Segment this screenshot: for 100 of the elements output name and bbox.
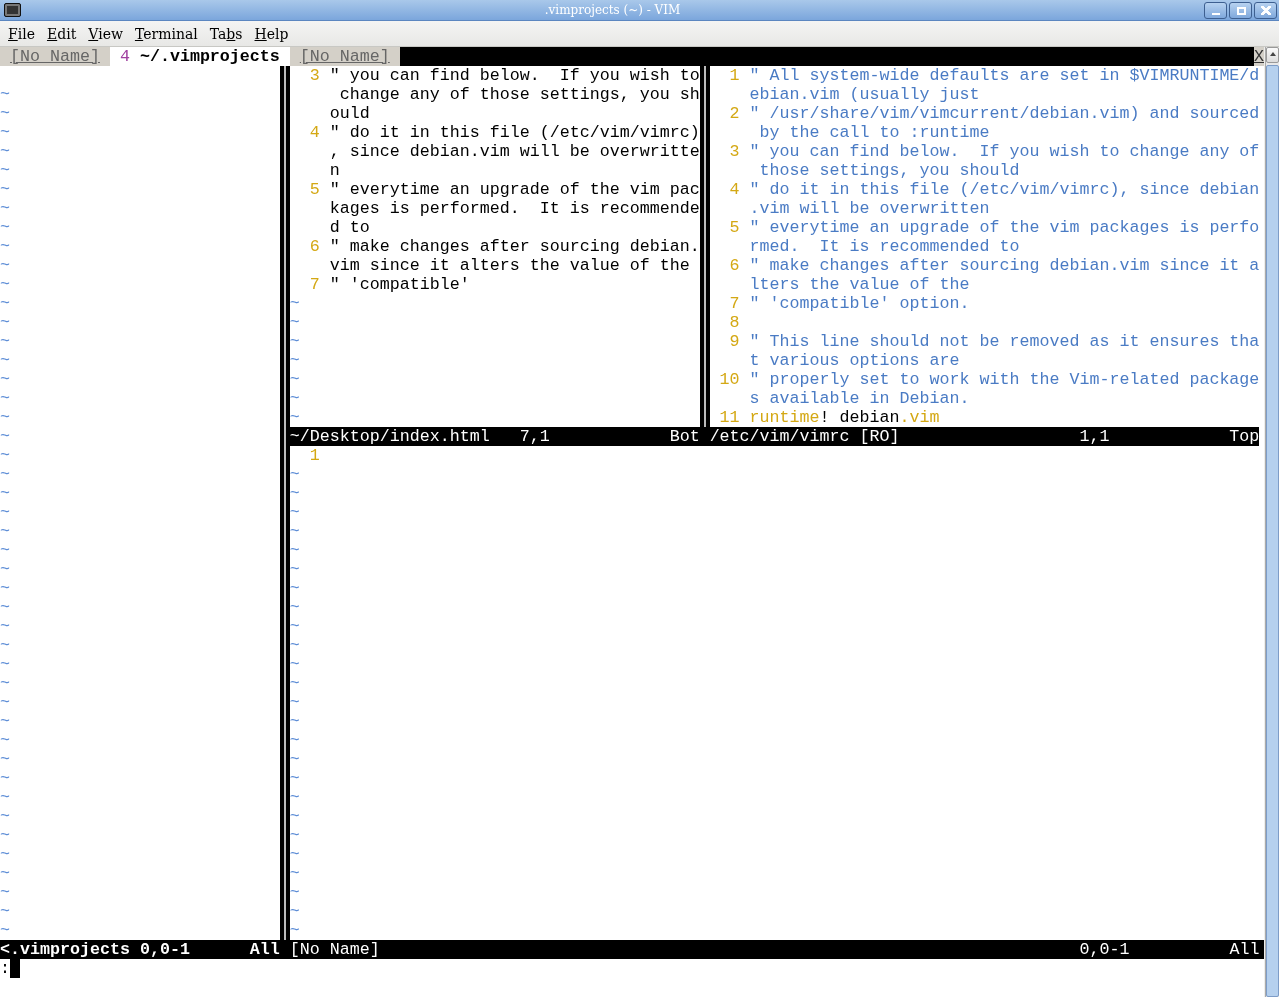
empty-line-marker: ~ <box>0 218 10 237</box>
empty-line-marker: ~ <box>289 864 300 883</box>
empty-line-marker: ~ <box>289 769 300 788</box>
tab[interactable]: 4 ~/.vimprojects <box>109 47 290 66</box>
empty-line-marker: ~ <box>0 807 10 826</box>
empty-line-marker: ~ <box>0 503 10 522</box>
empty-line-marker: ~ <box>0 522 10 541</box>
tab[interactable]: [No Name] <box>289 47 400 66</box>
empty-line-marker: ~ <box>289 522 300 541</box>
line-number: 6 <box>309 237 320 256</box>
code-line: " do it in this file (/etc/vim/vimrc), since debian <box>749 180 1260 199</box>
cursor-position: 7,1 <box>519 427 550 446</box>
empty-line-marker: ~ <box>0 142 10 161</box>
line-number: 7 <box>309 275 320 294</box>
empty-line-marker: ~ <box>0 446 10 465</box>
scroll-up-button[interactable] <box>1266 47 1279 63</box>
scroll-position: All <box>249 940 280 959</box>
code-line: s available in Debian. <box>749 389 970 408</box>
empty-line-marker: ~ <box>0 560 10 579</box>
close-tab-button[interactable]: X <box>1254 47 1264 66</box>
tab[interactable]: [No Name] <box>0 47 110 66</box>
line-number: 10 <box>719 370 740 389</box>
file-name: /etc/vim/vimrc [RO] <box>709 427 901 446</box>
empty-line-marker: ~ <box>0 104 10 123</box>
empty-line-marker: ~ <box>289 370 300 389</box>
scroll-position: All <box>1229 940 1260 959</box>
empty-line-marker: ~ <box>0 541 10 560</box>
code-line: " properly set to work with the Vim-related package <box>749 370 1260 389</box>
minimize-button[interactable] <box>1204 1 1227 19</box>
line-number: 5 <box>309 180 320 199</box>
empty-line-marker: ~ <box>0 579 10 598</box>
empty-line-marker: ~ <box>0 199 10 218</box>
line-number: 5 <box>729 218 740 237</box>
empty-line-marker: ~ <box>289 503 300 522</box>
empty-line-marker: ~ <box>289 484 300 503</box>
cursor-position: 0,0-1 <box>1079 940 1130 959</box>
empty-line-marker: ~ <box>0 370 10 389</box>
code-line: n <box>329 161 340 180</box>
code-line: t various options are <box>749 351 960 370</box>
empty-line-marker: ~ <box>289 351 300 370</box>
empty-line-marker: ~ <box>289 617 300 636</box>
empty-line-marker: ~ <box>289 902 300 921</box>
tab-label: ~/.vimprojects <box>139 47 280 66</box>
empty-line-marker: ~ <box>289 598 300 617</box>
line-number: 8 <box>729 313 740 332</box>
cursor-position: 0,0-1 <box>139 940 190 959</box>
menu-item[interactable]: Tabs <box>203 23 249 44</box>
empty-line-marker: ~ <box>0 788 10 807</box>
menu-item[interactable]: Help <box>248 23 295 44</box>
empty-line-marker: ~ <box>289 579 300 598</box>
empty-line-marker: ~ <box>0 180 10 199</box>
code-line: " This line should not be removed as it ensures tha <box>749 332 1260 351</box>
empty-line-marker: ~ <box>289 313 300 332</box>
empty-line-marker: ~ <box>289 826 300 845</box>
menu-item[interactable]: File <box>2 23 41 44</box>
empty-line-marker: ~ <box>289 807 300 826</box>
empty-line-marker: ~ <box>0 655 10 674</box>
line-number: 3 <box>309 66 320 85</box>
empty-line-marker: ~ <box>289 712 300 731</box>
empty-line-marker: ~ <box>289 674 300 693</box>
empty-line-marker: ~ <box>289 560 300 579</box>
code-line: rmed. It is recommended to <box>749 237 1020 256</box>
empty-line-marker: ~ <box>0 598 10 617</box>
empty-line-marker: ~ <box>289 294 300 313</box>
scroll-position: Top <box>1229 427 1260 446</box>
close-button[interactable] <box>1254 1 1277 19</box>
menu-item[interactable]: Edit <box>40 23 83 44</box>
menu-item[interactable]: View <box>82 23 129 44</box>
empty-line-marker: ~ <box>0 408 10 427</box>
command-line[interactable]: : <box>0 959 10 978</box>
empty-line-marker: ~ <box>0 332 10 351</box>
empty-line-marker: ~ <box>0 389 10 408</box>
line-number: 3 <box>729 142 740 161</box>
code-line: kages is performed. It is recommende <box>329 199 700 218</box>
line-number: 1 <box>309 446 320 465</box>
code-line: " everytime an upgrade of the vim packages is perfo <box>749 218 1260 237</box>
empty-line-marker: ~ <box>289 389 300 408</box>
file-name: <.vimprojects <box>0 940 130 959</box>
empty-line-marker: ~ <box>0 826 10 845</box>
empty-line-marker: ~ <box>289 332 300 351</box>
code-line: ould <box>329 104 370 123</box>
line-number: 4 <box>309 123 320 142</box>
line-number: 9 <box>729 332 740 351</box>
menu-item[interactable]: Terminal <box>128 23 204 44</box>
code-line: " make changes after sourcing debian. <box>329 237 700 256</box>
empty-line-marker: ~ <box>0 845 10 864</box>
empty-line-marker: ~ <box>0 427 10 446</box>
cursor-position: 1,1 <box>1079 427 1110 446</box>
empty-line-marker: ~ <box>289 408 300 427</box>
line-number: 7 <box>729 294 740 313</box>
code-line: vim since it alters the value of the <box>329 256 690 275</box>
line-number: 1 <box>729 66 740 85</box>
empty-line-marker: ~ <box>289 731 300 750</box>
empty-line-marker: ~ <box>289 845 300 864</box>
empty-line-marker: ~ <box>0 161 10 180</box>
maximize-button[interactable] <box>1229 1 1252 19</box>
empty-line-marker: ~ <box>0 484 10 503</box>
line-number: 11 <box>719 408 740 427</box>
empty-line-marker: ~ <box>289 541 300 560</box>
empty-line-marker: ~ <box>0 617 10 636</box>
